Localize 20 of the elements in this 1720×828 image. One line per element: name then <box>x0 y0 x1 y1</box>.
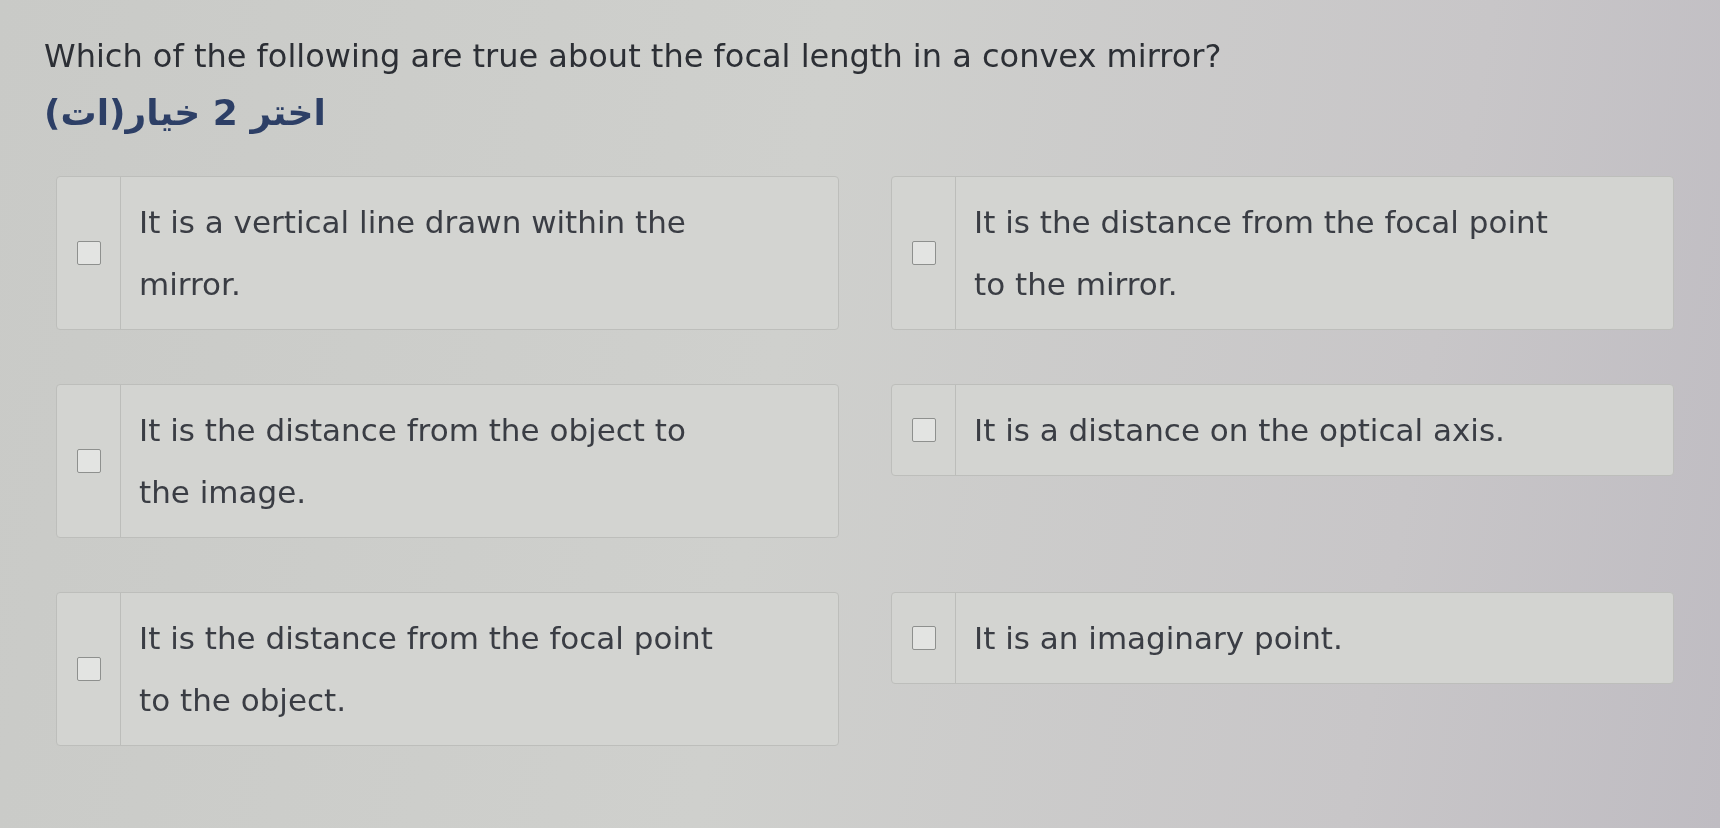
checkbox[interactable] <box>76 241 101 266</box>
option-text: It is a vertical line drawn within the mirror. <box>138 203 687 305</box>
option-card[interactable]: It is the distance from the object to the image. <box>56 384 839 539</box>
option-card[interactable]: It is an imaginary point. <box>891 592 1674 685</box>
option-card[interactable]: It is a vertical line drawn within the mirror. <box>56 176 839 331</box>
option-text: It is an imaginary point. <box>973 619 1344 659</box>
option-card[interactable]: It is the distance from the focal point to the mirror. <box>891 176 1674 331</box>
option-text: It is the distance from the focal point to the object. <box>138 619 714 721</box>
question-text: Which of the following are true about the focal length in a convex mirror? <box>44 36 1223 77</box>
checkbox[interactable] <box>911 241 936 266</box>
option-text: It is the distance from the object to the image. <box>138 411 687 513</box>
option-text: It is the distance from the focal point to the mirror. <box>973 203 1549 305</box>
checkbox[interactable] <box>911 626 936 651</box>
checkbox[interactable] <box>76 449 101 474</box>
option-text: It is a distance on the optical axis. <box>973 411 1506 451</box>
checkbox[interactable] <box>76 657 101 682</box>
instruction-text: اختر 2 خيار(ات) <box>44 90 326 136</box>
option-card[interactable]: It is a distance on the optical axis. <box>891 384 1674 477</box>
option-card[interactable]: It is the distance from the focal point to the object. <box>56 592 839 747</box>
checkbox[interactable] <box>911 418 936 443</box>
